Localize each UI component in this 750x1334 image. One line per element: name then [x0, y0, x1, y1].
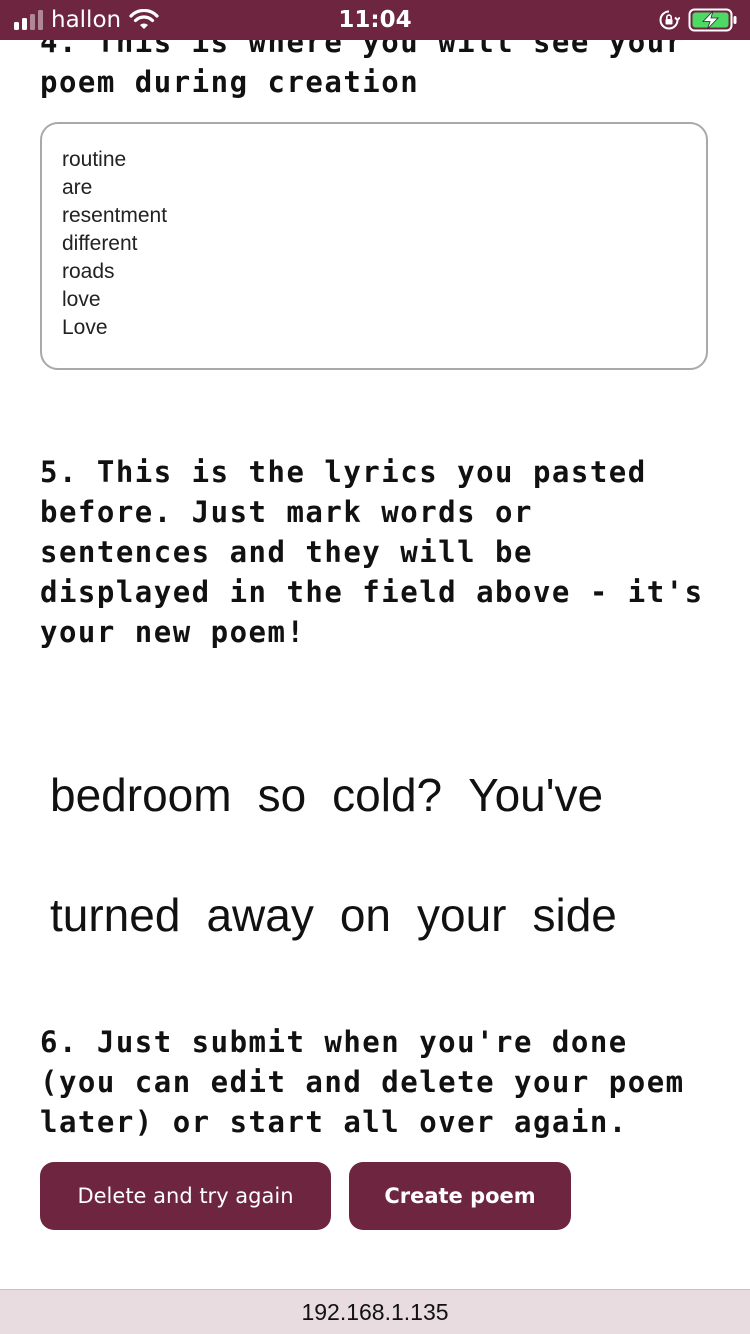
lyrics-word[interactable]: bedroom [50, 768, 232, 822]
page: 4. This is where you will see your poem … [0, 0, 750, 1334]
poem-preview-box[interactable]: routine are resentment different roads l… [40, 122, 708, 370]
lyrics-line: turned away on your side [50, 888, 730, 942]
delete-and-retry-button[interactable]: Delete and try again [40, 1162, 331, 1230]
lyrics-word[interactable]: on [340, 888, 391, 942]
url-bar[interactable]: 192.168.1.135 [0, 1289, 750, 1334]
poem-line: roads [62, 260, 115, 283]
status-bar: hallon 11:04 [0, 0, 750, 40]
lyrics-line: bedroom so cold? You've [50, 768, 730, 822]
poem-line: are [62, 176, 93, 199]
lyrics-word[interactable]: turned [50, 888, 180, 942]
step-6-instruction: 6. Just submit when you're done (you can… [40, 1025, 704, 1139]
create-poem-button[interactable]: Create poem [349, 1162, 571, 1230]
poem-line: routine [62, 148, 127, 171]
lyrics-word[interactable]: side [532, 888, 616, 942]
orientation-lock-icon [659, 10, 680, 30]
battery-charging-icon [688, 8, 737, 32]
lyrics-word[interactable]: cold? [332, 768, 442, 822]
status-right [658, 6, 738, 34]
poem-line: resentment [62, 204, 168, 227]
lyrics-word[interactable]: You've [468, 768, 603, 822]
status-time: 11:04 [338, 7, 412, 33]
lyrics-word[interactable]: your [417, 888, 506, 942]
poem-line: Love [62, 316, 108, 339]
poem-line: different [62, 232, 138, 255]
lyrics-word[interactable]: away [206, 888, 313, 942]
poem-line: love [62, 288, 101, 311]
lyrics-word[interactable]: so [258, 768, 307, 822]
step-5-instruction: 5. This is the lyrics you pasted before.… [40, 455, 723, 649]
